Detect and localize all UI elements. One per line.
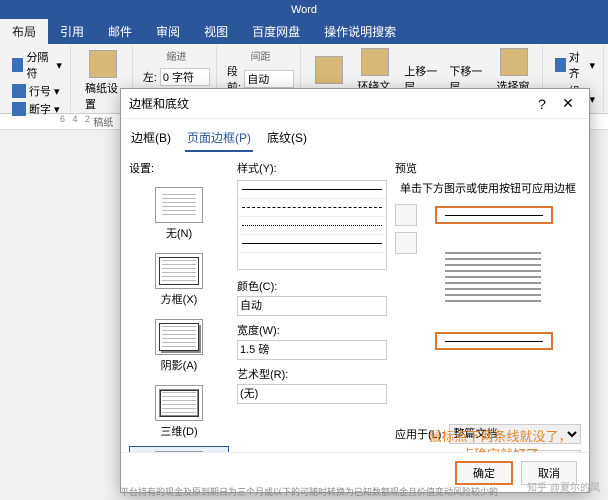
background-document-text: 平台持有的现金及原到期日为三个月或以下的可随时转换为已知数额现金且价值变动风险较… (120, 485, 498, 498)
setting-shadow[interactable]: 阴影(A) (129, 314, 229, 378)
style-item[interactable] (238, 235, 386, 253)
dialog-tab-shading[interactable]: 底纹(S) (265, 125, 309, 152)
hyphen-icon (12, 102, 26, 116)
tab-review[interactable]: 审阅 (144, 19, 192, 44)
spacing-group-label: 间距 (227, 48, 294, 63)
setting-none[interactable]: 无(N) (129, 182, 229, 246)
tab-references[interactable]: 引用 (48, 19, 96, 44)
hyphenation-button[interactable]: 断字 ▾ (10, 100, 64, 118)
dialog-help-button[interactable]: ? (529, 91, 555, 117)
preview-top-button[interactable] (395, 204, 417, 226)
preview-canvas[interactable] (421, 204, 561, 354)
settings-header: 设置: (129, 160, 229, 176)
dialog-title-text: 边框和底纹 (129, 95, 189, 112)
separator-button[interactable]: 分隔符 ▾ (10, 48, 64, 82)
dialog-tab-border[interactable]: 边框(B) (129, 125, 173, 152)
break-icon (12, 58, 23, 72)
wrap-icon (361, 48, 389, 76)
width-label: 宽度(W): (237, 322, 387, 338)
dialog-tabs: 边框(B) 页面边框(P) 底纹(S) (121, 119, 589, 152)
preview-column: 预览 单击下方图示或使用按钮可应用边框 鼠标点下两条线就没了，点确定就好了 应用… (395, 160, 581, 444)
preview-caption: 单击下方图示或使用按钮可应用边框 (395, 180, 581, 196)
tab-mail[interactable]: 邮件 (96, 19, 144, 44)
selection-icon (500, 48, 528, 76)
align-icon (555, 58, 566, 72)
style-header: 样式(Y): (237, 160, 387, 176)
dialog-close-button[interactable]: ✕ (555, 91, 581, 117)
line-number-button[interactable]: 行号 ▾ (10, 82, 64, 100)
preview-header: 预览 (395, 160, 581, 176)
line-no-icon (12, 84, 26, 98)
width-combo[interactable]: 1.5 磅 (237, 340, 387, 360)
art-combo[interactable]: (无) (237, 384, 387, 404)
indent-left-label: 左: (143, 69, 157, 85)
spacing-before-input[interactable] (244, 70, 294, 88)
preview-bottom-border[interactable] (435, 332, 553, 350)
dialog-titlebar: 边框和底纹 ? ✕ (121, 89, 589, 119)
indent-group-label: 缩进 (143, 48, 210, 63)
color-combo[interactable]: 自动 (237, 296, 387, 316)
ribbon-tabs: 布局 引用 邮件 审阅 视图 百度网盘 操作说明搜索 (0, 20, 608, 44)
indent-left-input[interactable] (160, 68, 210, 86)
style-item[interactable] (238, 199, 386, 217)
preview-bottom-button[interactable] (395, 232, 417, 254)
style-item[interactable] (238, 217, 386, 235)
tab-baidu[interactable]: 百度网盘 (240, 19, 312, 44)
annotation: 鼠标点下两条线就没了，点确定就好了 (425, 428, 575, 452)
dialog-body: 设置: 无(N) 方框(X) 阴影(A) 三维(D) 自定义(U) 样式(Y):… (121, 152, 589, 452)
style-column: 样式(Y): 颜色(C): 自动 宽度(W): 1.5 磅 艺术型(R): (无) (237, 160, 387, 444)
style-item[interactable] (238, 181, 386, 199)
tab-layout[interactable]: 布局 (0, 19, 48, 44)
setting-box[interactable]: 方框(X) (129, 248, 229, 312)
custom-thumb (155, 451, 203, 452)
ribbon-group-breaks: 分隔符 ▾ 行号 ▾ 断字 ▾ (4, 46, 71, 111)
shadow-thumb (155, 319, 203, 355)
preview-top-border[interactable] (435, 206, 553, 224)
art-label: 艺术型(R): (237, 366, 387, 382)
ok-button[interactable]: 确定 (455, 461, 513, 485)
title-bar: Word (0, 0, 608, 20)
box-thumb (155, 253, 203, 289)
threeD-thumb (155, 385, 203, 421)
paper-icon (89, 50, 117, 78)
dialog-tab-page-border[interactable]: 页面边框(P) (185, 125, 253, 152)
tab-view[interactable]: 视图 (192, 19, 240, 44)
none-thumb (155, 187, 203, 223)
style-list[interactable] (237, 180, 387, 270)
watermark: 知乎 @夏尔的风 (527, 479, 600, 494)
align-button[interactable]: 对齐 ▾ (553, 48, 597, 82)
setting-3d[interactable]: 三维(D) (129, 380, 229, 444)
preview-side-buttons (395, 204, 417, 354)
borders-shading-dialog: 边框和底纹 ? ✕ 边框(B) 页面边框(P) 底纹(S) 设置: 无(N) 方… (120, 88, 590, 493)
preview-text-icon (445, 252, 541, 302)
settings-column: 设置: 无(N) 方框(X) 阴影(A) 三维(D) 自定义(U) (129, 160, 229, 444)
color-label: 颜色(C): (237, 278, 387, 294)
tab-tell-me[interactable]: 操作说明搜索 (312, 19, 408, 44)
position-icon (315, 56, 343, 84)
